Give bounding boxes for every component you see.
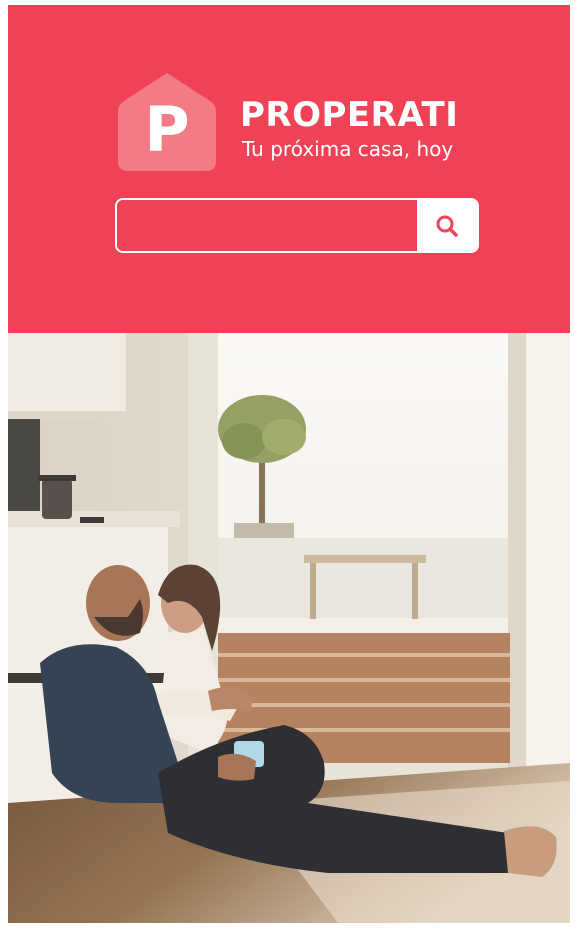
logo-letter: P: [144, 93, 189, 166]
properati-logo-icon: P: [118, 73, 216, 171]
search-bar: [115, 198, 479, 253]
couple-sitting-on-floor-image: [8, 333, 570, 923]
hero-photo: [8, 333, 570, 923]
search-icon: [436, 215, 458, 237]
app-frame: P PROPERATI Tu próxima casa, hoy: [8, 5, 570, 923]
brand-tagline: Tu próxima casa, hoy: [242, 137, 454, 161]
brand-block: PROPERATI Tu próxima casa, hoy: [240, 97, 458, 161]
brand-name: PROPERATI: [240, 95, 459, 135]
search-input[interactable]: [117, 200, 417, 251]
hero-banner: P PROPERATI Tu próxima casa, hoy: [8, 5, 570, 333]
search-button[interactable]: [417, 200, 477, 251]
